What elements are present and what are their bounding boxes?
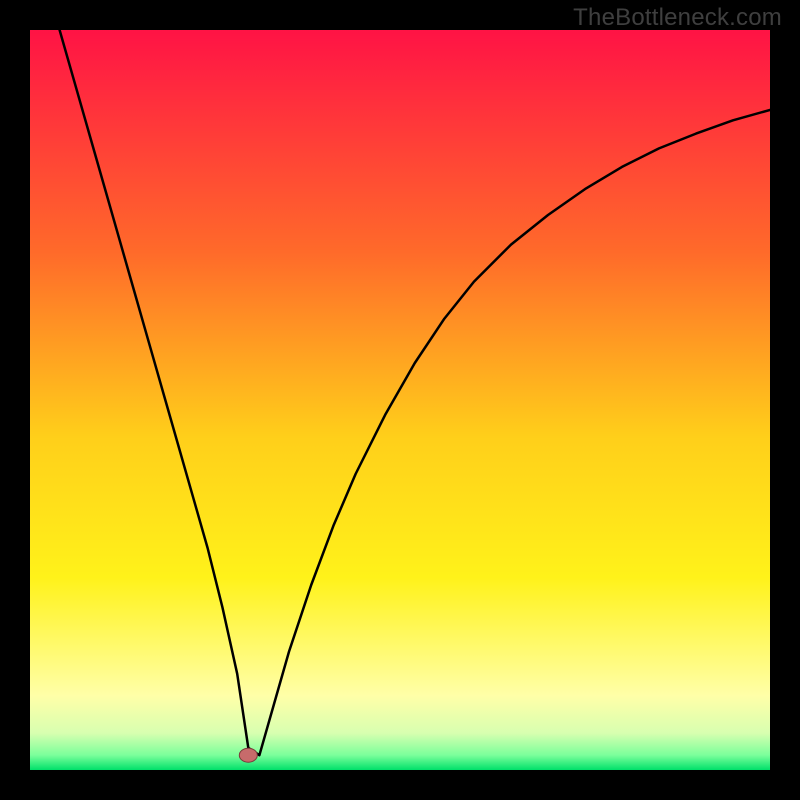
watermark-label: TheBottleneck.com [573, 4, 782, 32]
chart-frame [30, 30, 770, 770]
bottleneck-chart [30, 30, 770, 770]
gradient-background [30, 30, 770, 770]
minimum-marker [239, 748, 257, 762]
